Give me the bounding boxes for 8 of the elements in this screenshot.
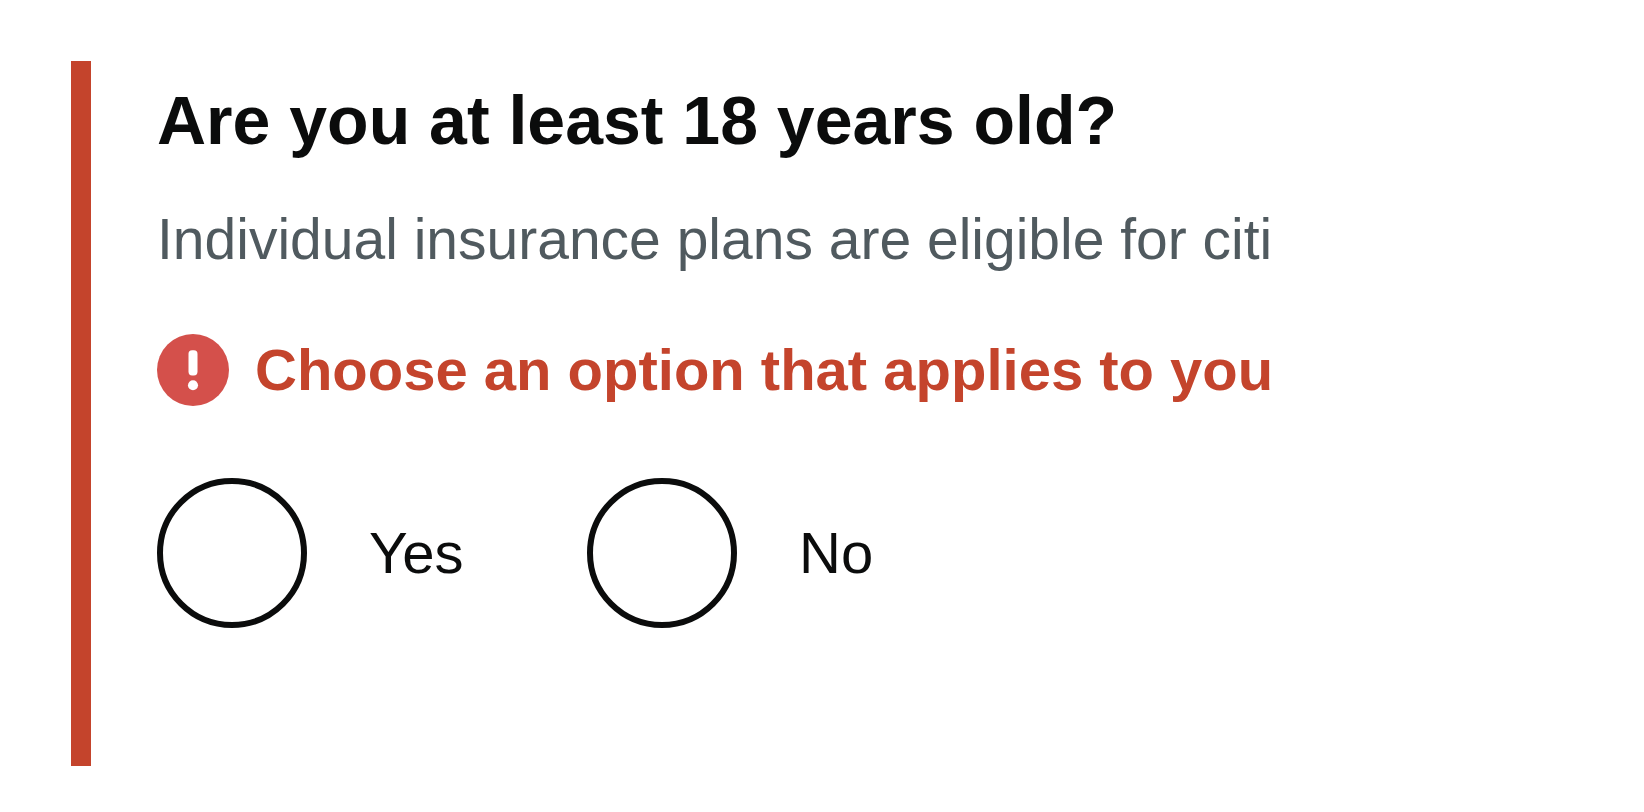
question-heading: Are you at least 18 years old? [157, 83, 1118, 158]
hint-text: Individual insurance plans are eligible for citi [157, 205, 1273, 272]
radio-button[interactable] [157, 477, 307, 628]
warning-icon [157, 333, 229, 406]
option-label[interactable]: Yes [369, 519, 529, 587]
option-label[interactable]: No [799, 519, 959, 587]
radio-button[interactable] [587, 477, 737, 628]
error-message: Choose an option that applies to you [255, 336, 1274, 404]
